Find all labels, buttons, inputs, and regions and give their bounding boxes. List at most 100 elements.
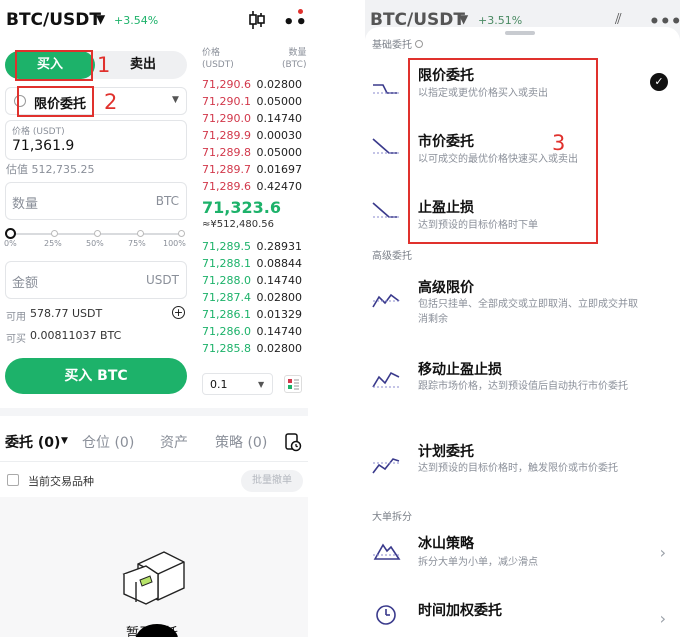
price-field[interactable]: 价格 (USDT) 71,361.9	[5, 120, 187, 160]
annotation-number-2: 2	[104, 90, 118, 114]
ask-row[interactable]: 71,289.8 0.05000	[200, 144, 304, 161]
item-desc: 达到预设的目标价格时，触发限价或市价委托	[418, 463, 618, 474]
amount-field[interactable]: 金额 USDT	[5, 261, 187, 299]
price-change: +3.54%	[114, 14, 159, 27]
bid-amount: 0.28931	[256, 240, 303, 253]
candlestick-chart-icon: ⫽	[615, 10, 622, 28]
bid-row[interactable]: 71,285.8 0.02800	[200, 340, 304, 357]
section-advanced-title: 高级委托	[372, 251, 412, 262]
candlestick-chart-icon[interactable]	[246, 9, 268, 31]
ask-amount: 0.01697	[256, 163, 303, 176]
bid-amount: 0.08844	[256, 257, 303, 270]
ask-row[interactable]: 71,289.6 0.42470	[200, 178, 304, 195]
batch-cancel-button[interactable]: 批量撤单	[241, 470, 303, 492]
price-value: 71,361.9	[12, 138, 75, 154]
slider-tick-50: 50%	[86, 239, 104, 248]
panel-gap	[308, 0, 365, 637]
bid-row[interactable]: 71,286.0 0.14740	[200, 323, 304, 340]
order-history-icon[interactable]	[284, 432, 302, 452]
order-type-advanced-limit[interactable]: 高级限价 包括只挂单、全部成交或立即取消、立即成交并取消剩余	[365, 275, 680, 335]
bid-row[interactable]: 71,289.5 0.28931	[200, 238, 304, 255]
slider-tick-100: 100%	[163, 239, 186, 248]
slider-thumb[interactable]	[5, 228, 16, 239]
bid-price: 71,285.8	[202, 342, 251, 355]
ask-price: 71,289.9	[202, 129, 251, 142]
ask-price: 71,289.6	[202, 180, 251, 193]
ask-row[interactable]: 71,290.1 0.05000	[200, 93, 304, 110]
chevron-down-icon: ▼	[258, 380, 265, 389]
tab-positions[interactable]: 仓位 (0)	[82, 432, 134, 452]
annotation-number-1: 1	[97, 53, 111, 77]
sell-tab[interactable]: 卖出	[99, 51, 187, 79]
section-large-title: 大单拆分	[372, 512, 412, 523]
section-basic-label: 基础委托	[372, 40, 412, 51]
order-type-twap[interactable]: 时间加权委托 ›	[365, 599, 680, 637]
pair-title[interactable]: BTC/USDT	[6, 10, 101, 30]
current-pair-checkbox[interactable]	[7, 474, 19, 486]
bid-row[interactable]: 71,287.4 0.02800	[200, 289, 304, 306]
bid-price: 71,289.5	[202, 240, 251, 253]
bid-row[interactable]: 71,288.1 0.08844	[200, 255, 304, 272]
bid-amount: 0.14740	[256, 274, 303, 287]
order-type-trigger[interactable]: 计划委托 达到预设的目标价格时，触发限价或市价委托	[365, 439, 680, 499]
available-label: 可用	[6, 312, 26, 323]
bid-price: 71,286.1	[202, 308, 251, 321]
item-title: 时间加权委托	[418, 603, 502, 619]
orderbook-layout-icon[interactable]	[284, 375, 302, 393]
slider-tick-25: 25%	[44, 239, 62, 248]
annotation-number-3: 3	[552, 131, 566, 155]
info-icon	[415, 40, 424, 48]
sheet-drag-handle[interactable]	[505, 31, 535, 35]
bid-amount: 0.02800	[256, 291, 303, 304]
orderbook-amount-header: 数量 (BTC)	[282, 48, 307, 70]
tab-strategies[interactable]: 策略 (0)	[215, 432, 267, 452]
ask-row[interactable]: 71,289.7 0.01697	[200, 161, 304, 178]
slider-tick-0: 0%	[4, 239, 17, 248]
order-type-sheet: 基础委托 限价委托 以指定或更优价格买入或卖出 ✓ 市价委托 以可成交的最优价格…	[365, 27, 680, 637]
bid-amount: 0.02800	[256, 342, 303, 355]
item-title: 高级限价	[418, 280, 474, 296]
ask-row[interactable]: 71,290.6 0.02800	[200, 76, 304, 93]
more-menu-icon[interactable]: •••	[283, 12, 308, 33]
pair-dropdown-icon: ▼	[459, 12, 469, 26]
limit-order-icon	[371, 73, 401, 97]
chevron-right-icon: ›	[659, 609, 666, 628]
depth-select[interactable]: 0.1 ▼	[202, 373, 273, 395]
ask-amount: 0.05000	[256, 146, 303, 159]
ask-price: 71,290.1	[202, 95, 251, 108]
bid-row[interactable]: 71,286.1 0.01329	[200, 306, 304, 323]
ask-price: 71,289.7	[202, 163, 251, 176]
ask-amount: 0.42470	[256, 180, 303, 193]
transfer-plus-icon[interactable]: +	[172, 306, 185, 319]
trade-panel: BTC/USDT ▼ +3.54% ••• 买入 卖出 1 限价委托 ▼ 2 价…	[0, 0, 308, 637]
tabs-divider	[0, 461, 308, 462]
bid-price: 71,288.1	[202, 257, 251, 270]
available-value: 578.77 USDT	[30, 307, 103, 320]
orderbook-price-header: 价格 (USDT)	[202, 48, 234, 70]
annotation-box-2	[17, 86, 94, 117]
price-label: 价格 (USDT)	[12, 127, 65, 137]
empty-box-icon	[118, 544, 190, 610]
section-basic-title: 基础委托	[372, 36, 424, 51]
ask-row[interactable]: 71,290.0 0.14740	[200, 110, 304, 127]
bid-amount: 0.14740	[256, 325, 303, 338]
ask-amount: 0.00030	[256, 129, 303, 142]
order-type-trailing-stop[interactable]: 移动止盈止损 跟踪市场价格，达到预设值后自动执行市价委托	[365, 357, 680, 417]
buy-btc-button[interactable]: 买入 BTC	[5, 358, 187, 394]
tab-orders[interactable]: 委托 (0)	[5, 432, 60, 452]
checkmark-icon: ✓	[650, 73, 668, 91]
slider-dot-25	[51, 230, 58, 237]
slider-tick-75: 75%	[128, 239, 146, 248]
section-divider	[0, 408, 308, 416]
ask-amount: 0.14740	[256, 112, 303, 125]
buyable-label: 可买	[6, 334, 26, 345]
bid-row[interactable]: 71,288.0 0.14740	[200, 272, 304, 289]
quantity-field[interactable]: 数量 BTC	[5, 182, 187, 220]
ask-amount: 0.05000	[256, 95, 303, 108]
ask-row[interactable]: 71,289.9 0.00030	[200, 127, 304, 144]
order-type-iceberg[interactable]: 冰山策略 拆分大单为小单，减少滑点 ›	[365, 533, 680, 577]
pair-dropdown-icon[interactable]: ▼	[96, 12, 105, 26]
tab-assets[interactable]: 资产	[160, 432, 188, 452]
item-desc: 跟踪市场价格，达到预设值后自动执行市价委托	[418, 381, 628, 392]
price-change-dimmed: +3.51%	[478, 14, 523, 27]
